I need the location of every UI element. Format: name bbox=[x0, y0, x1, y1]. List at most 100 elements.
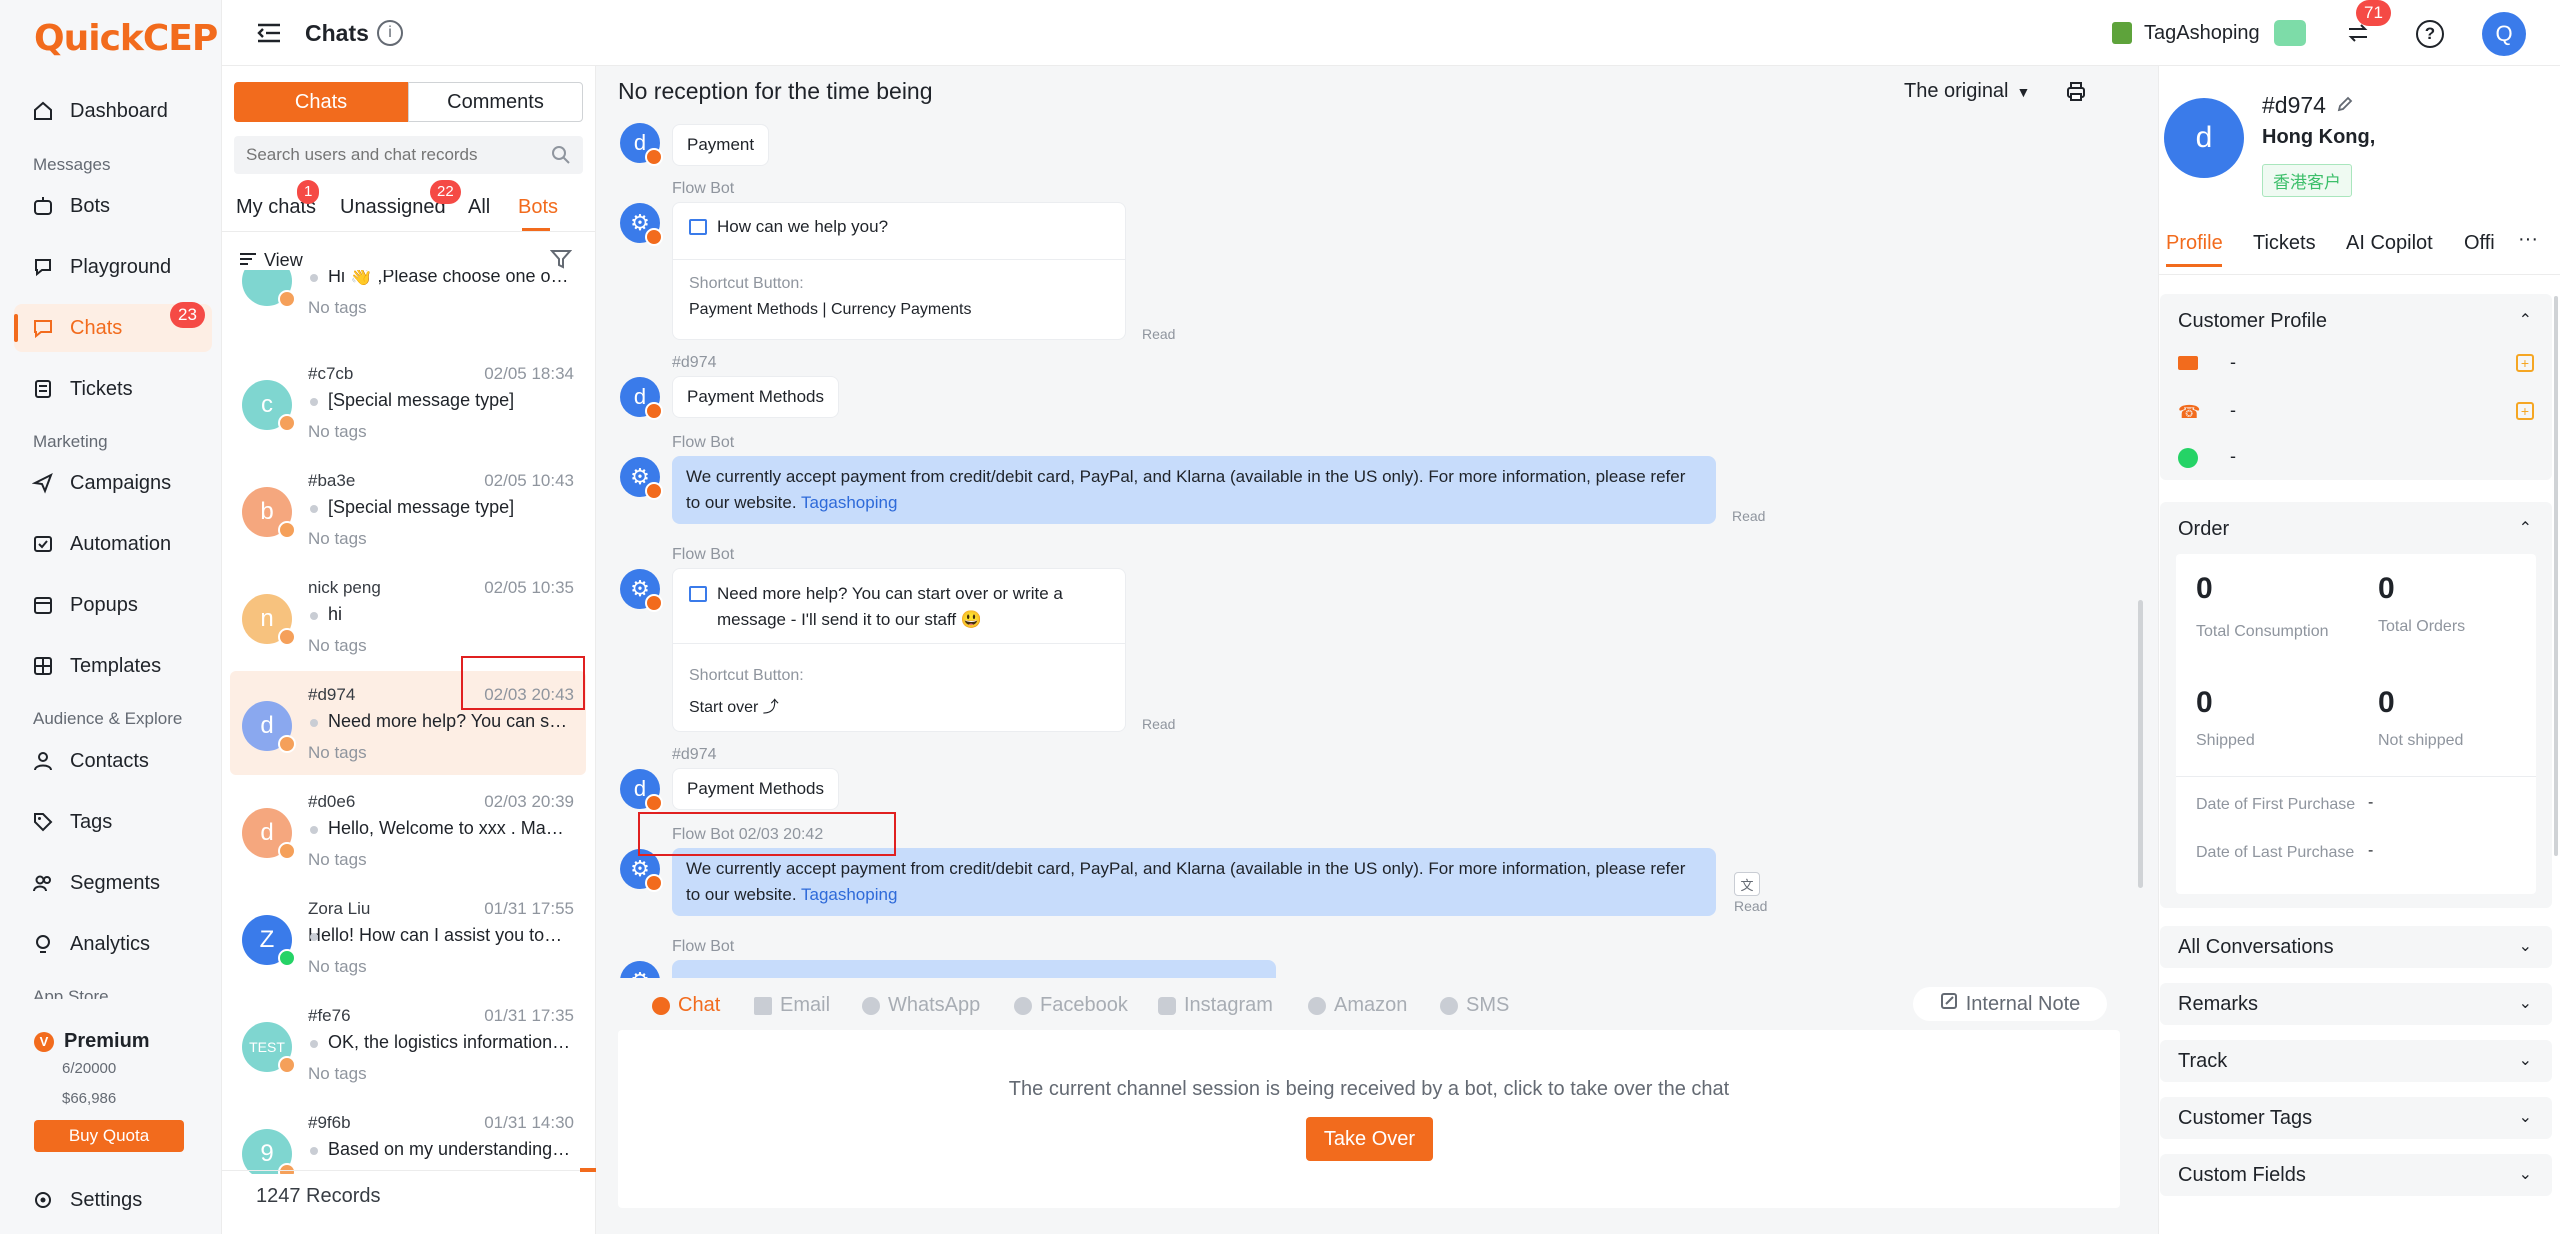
tab-ai-copilot[interactable]: AI Copilot bbox=[2346, 232, 2433, 255]
chevron-down-icon: ⌄ bbox=[2518, 938, 2532, 955]
tab-profile[interactable]: Profile bbox=[2166, 232, 2223, 255]
instagram-icon bbox=[1158, 996, 1176, 1015]
take-over-button[interactable]: Take Over bbox=[1306, 1117, 1433, 1161]
user-avatar[interactable]: Q bbox=[2482, 12, 2526, 56]
popup-icon bbox=[30, 592, 56, 618]
add-email-icon[interactable]: + bbox=[2516, 354, 2534, 372]
channel-facebook[interactable]: Facebook bbox=[1014, 994, 1128, 1017]
chevron-up-icon[interactable]: ⌃ bbox=[2519, 310, 2532, 330]
store-selector[interactable]: TagAshoping bbox=[2112, 20, 2306, 46]
nav-campaigns[interactable]: Campaigns bbox=[14, 459, 212, 507]
nav-dashboard[interactable]: Dashboard bbox=[14, 87, 212, 135]
channel-dot bbox=[278, 1163, 296, 1174]
customer-profile-card: Customer Profile ⌃ - + ☎ - + - bbox=[2160, 294, 2552, 480]
divider bbox=[673, 643, 1125, 644]
tab-office[interactable]: Offi bbox=[2464, 232, 2502, 255]
bot-card: Need more help? You can start over or wr… bbox=[672, 568, 1126, 732]
segment-chats[interactable]: Chats bbox=[234, 82, 408, 122]
nav-tickets[interactable]: Tickets bbox=[14, 365, 212, 413]
nav-automation-label: Automation bbox=[70, 532, 172, 555]
website-link[interactable]: Tagashoping bbox=[801, 885, 897, 904]
help-icon[interactable]: ? bbox=[2416, 20, 2444, 48]
chat-icon bbox=[652, 996, 670, 1015]
scrollbar[interactable] bbox=[2138, 600, 2143, 888]
website-link[interactable]: Tagashoping bbox=[801, 493, 897, 512]
nav-popups[interactable]: Popups bbox=[14, 581, 212, 629]
collapse-menu-icon[interactable] bbox=[256, 22, 282, 50]
translate-icon[interactable]: 文 bbox=[1734, 872, 1760, 896]
user-avatar-small: d bbox=[620, 377, 663, 420]
nav-templates[interactable]: Templates bbox=[14, 642, 212, 690]
bot-avatar: ⚙ bbox=[620, 961, 660, 978]
list-item[interactable]: c #c7cb 02/05 18:34 [Special message typ… bbox=[230, 350, 586, 454]
email-value: - bbox=[2230, 352, 2236, 372]
chevron-up-icon[interactable]: ⌃ bbox=[2519, 518, 2532, 538]
channel-whatsapp[interactable]: WhatsApp bbox=[862, 994, 980, 1017]
print-icon[interactable] bbox=[2065, 80, 2087, 108]
list-item[interactable]: Hi 👋 ,Please choose one of th... No tags bbox=[230, 270, 586, 354]
channel-email[interactable]: Email bbox=[754, 994, 830, 1017]
add-phone-icon[interactable]: + bbox=[2516, 402, 2534, 420]
card-title: Customer Profile bbox=[2178, 310, 2327, 332]
profile-scrollbar[interactable] bbox=[2554, 296, 2558, 856]
channel-amazon[interactable]: Amazon bbox=[1308, 994, 1407, 1017]
segment-comments[interactable]: Comments bbox=[408, 82, 583, 122]
shortcut-buttons[interactable]: Payment Methods | Currency Payments bbox=[689, 301, 972, 319]
nav-automation[interactable]: Automation bbox=[14, 520, 212, 568]
nav-analytics[interactable]: Analytics bbox=[14, 920, 212, 968]
nav-playground-label: Playground bbox=[70, 255, 172, 278]
nav-contacts[interactable]: Contacts bbox=[14, 737, 212, 785]
list-item[interactable]: b #ba3e 02/05 10:43 [Special message typ… bbox=[230, 457, 586, 561]
tab-tickets[interactable]: Tickets bbox=[2253, 232, 2316, 255]
info-icon[interactable]: i bbox=[377, 20, 403, 46]
contact-name: nick peng bbox=[308, 578, 381, 597]
tags-label: No tags bbox=[308, 422, 367, 441]
channel-sms[interactable]: SMS bbox=[1440, 994, 1509, 1017]
internal-note-button[interactable]: Internal Note bbox=[1913, 987, 2107, 1021]
nav-bots-label: Bots bbox=[70, 194, 111, 217]
last-message: OK, the logistics information fo... bbox=[308, 1032, 572, 1053]
list-item[interactable]: n nick peng 02/05 10:35 hi No tags bbox=[230, 564, 586, 668]
tab-all[interactable]: All bbox=[468, 196, 490, 219]
buy-quota-button[interactable]: Buy Quota bbox=[34, 1120, 184, 1152]
tab-unassigned[interactable]: Unassigned bbox=[340, 196, 446, 219]
list-item[interactable]: 9 #9f6b 01/31 14:30 Based on my understa… bbox=[230, 1099, 586, 1174]
channel-instagram[interactable]: Instagram bbox=[1158, 994, 1273, 1017]
divider bbox=[673, 259, 1125, 260]
chevron-down-icon: ⌄ bbox=[2518, 1109, 2532, 1126]
section-customer-tags[interactable]: Customer Tags ⌄ bbox=[2160, 1097, 2552, 1139]
nav-playground[interactable]: Playground bbox=[14, 243, 212, 291]
divider bbox=[222, 1170, 596, 1171]
translation-select[interactable]: The original ▼ bbox=[1904, 80, 2030, 103]
my-chats-badge: 1 bbox=[297, 180, 320, 204]
records-count: 1247 Records bbox=[256, 1185, 381, 1207]
view-toggle[interactable]: View bbox=[240, 250, 303, 271]
phone-value: - bbox=[2230, 400, 2236, 420]
more-icon[interactable]: ··· bbox=[2518, 228, 2538, 251]
list-item[interactable]: Z Zora Liu 01/31 17:55 Hello! How can I … bbox=[230, 885, 586, 989]
bot-avatar: ⚙ bbox=[620, 457, 663, 500]
section-all-conversations[interactable]: All Conversations ⌄ bbox=[2160, 926, 2552, 968]
search-box[interactable] bbox=[234, 136, 583, 174]
tab-bots[interactable]: Bots bbox=[518, 196, 558, 219]
quota-usage: 6/20000 bbox=[62, 1060, 117, 1077]
list-item[interactable]: d #d0e6 02/03 20:39 Hello, Welcome to xx… bbox=[230, 778, 586, 882]
nav-settings[interactable]: Settings bbox=[14, 1176, 212, 1224]
search-icon[interactable] bbox=[551, 145, 571, 171]
nav-tags[interactable]: Tags bbox=[14, 798, 212, 846]
switch-icon[interactable] bbox=[2346, 22, 2370, 50]
edit-icon[interactable] bbox=[2336, 92, 2354, 119]
section-custom-fields[interactable]: Custom Fields ⌄ bbox=[2160, 1154, 2552, 1196]
nav-segments[interactable]: Segments bbox=[14, 859, 212, 907]
nav-bots[interactable]: Bots bbox=[14, 182, 212, 230]
page-title: Chats bbox=[305, 20, 369, 46]
logo[interactable]: QuickCEP bbox=[34, 18, 218, 59]
channel-chat[interactable]: Chat bbox=[652, 994, 720, 1017]
nav-chats[interactable]: Chats 23 bbox=[14, 302, 212, 352]
list-item[interactable]: TEST #fe76 01/31 17:35 OK, the logistics… bbox=[230, 992, 586, 1096]
sender-label: Flow Bot bbox=[672, 434, 735, 451]
section-track[interactable]: Track ⌄ bbox=[2160, 1040, 2552, 1082]
search-input[interactable] bbox=[246, 136, 546, 174]
section-remarks[interactable]: Remarks ⌄ bbox=[2160, 983, 2552, 1025]
start-over-button[interactable]: Start over ⤴ bbox=[689, 693, 779, 717]
